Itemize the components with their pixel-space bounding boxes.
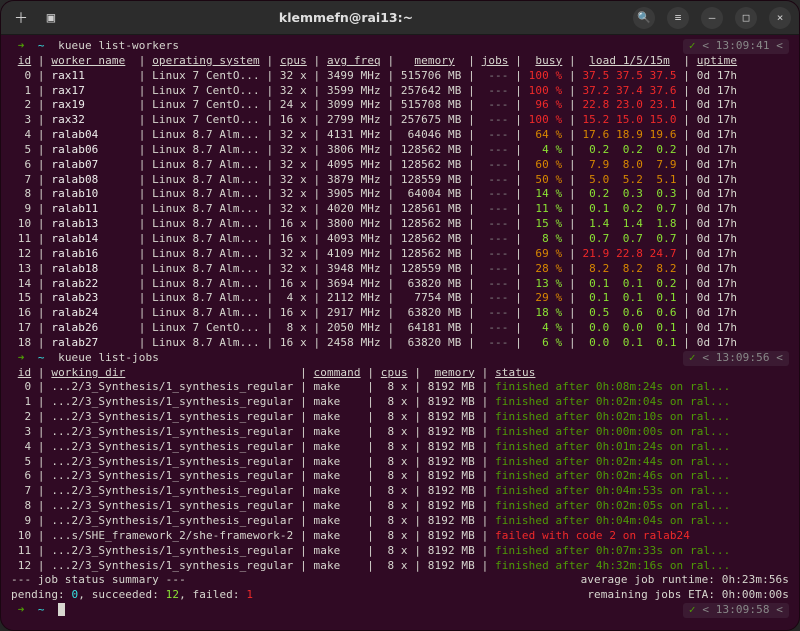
menu-icon[interactable]: ≡ <box>667 7 689 29</box>
worker-row: 6 | ralab07 | Linux 8.7 Alm... | 32 x | … <box>11 158 789 173</box>
job-row: 12 | ...2/3_Synthesis/1_synthesis_regula… <box>11 559 789 574</box>
worker-row: 13 | ralab18 | Linux 8.7 Alm... | 32 x |… <box>11 262 789 277</box>
search-icon[interactable]: 🔍 <box>633 7 655 29</box>
job-row: 11 | ...2/3_Synthesis/1_synthesis_regula… <box>11 544 789 559</box>
job-row: 8 | ...2/3_Synthesis/1_synthesis_regular… <box>11 499 789 514</box>
cursor <box>58 603 65 616</box>
terminal-body[interactable]: ✓ < 13:09:41 < ➜ ~ kueue list-workers id… <box>1 35 799 630</box>
jobs-header: id | working dir | command | cpus | memo… <box>11 366 789 381</box>
job-row: 1 | ...2/3_Synthesis/1_synthesis_regular… <box>11 395 789 410</box>
terminal-icon[interactable]: ▣ <box>43 10 59 26</box>
terminal-window: ＋ ▣ klemmefn@rai13:~ 🔍 ≡ – □ × ✓ < 13:09… <box>0 0 800 631</box>
job-row: 9 | ...2/3_Synthesis/1_synthesis_regular… <box>11 514 789 529</box>
prompt-line: ✓ < 13:09:58 < ➜ ~ <box>11 603 789 618</box>
minimize-icon[interactable]: – <box>701 7 723 29</box>
new-tab-icon[interactable]: ＋ <box>13 10 29 26</box>
worker-row: 10 | ralab13 | Linux 8.7 Alm... | 16 x |… <box>11 217 789 232</box>
worker-row: 7 | ralab08 | Linux 8.7 Alm... | 32 x | … <box>11 173 789 188</box>
worker-row: 18 | ralab27 | Linux 8.7 Alm... | 16 x |… <box>11 336 789 351</box>
worker-row: 3 | rax32 | Linux 7 CentO... | 16 x | 27… <box>11 113 789 128</box>
job-row: 0 | ...2/3_Synthesis/1_synthesis_regular… <box>11 380 789 395</box>
worker-row: 2 | rax19 | Linux 7 CentO... | 24 x | 30… <box>11 98 789 113</box>
summary-title: average job runtime: 0h:23m:56s--- job s… <box>11 573 789 588</box>
worker-row: 0 | rax11 | Linux 7 CentO... | 32 x | 34… <box>11 69 789 84</box>
worker-row: 4 | ralab04 | Linux 8.7 Alm... | 32 x | … <box>11 128 789 143</box>
worker-row: 5 | ralab06 | Linux 8.7 Alm... | 32 x | … <box>11 143 789 158</box>
worker-row: 14 | ralab22 | Linux 8.7 Alm... | 16 x |… <box>11 277 789 292</box>
summary-counts: remaining jobs ETA: 0h:00m:00spending: 0… <box>11 588 789 603</box>
job-row: 7 | ...2/3_Synthesis/1_synthesis_regular… <box>11 484 789 499</box>
prompt-line: ✓ < 13:09:41 < ➜ ~ kueue list-workers <box>11 39 789 54</box>
prompt-line: ✓ < 13:09:56 < ➜ ~ kueue list-jobs <box>11 351 789 366</box>
window-title: klemmefn@rai13:~ <box>59 10 633 25</box>
worker-row: 1 | rax17 | Linux 7 CentO... | 32 x | 35… <box>11 84 789 99</box>
job-row: 6 | ...2/3_Synthesis/1_synthesis_regular… <box>11 469 789 484</box>
close-icon[interactable]: × <box>769 7 791 29</box>
maximize-icon[interactable]: □ <box>735 7 757 29</box>
job-row: 4 | ...2/3_Synthesis/1_synthesis_regular… <box>11 440 789 455</box>
titlebar: ＋ ▣ klemmefn@rai13:~ 🔍 ≡ – □ × <box>1 1 799 35</box>
workers-header: id | worker name | operating system | cp… <box>11 54 789 69</box>
worker-row: 17 | ralab26 | Linux 7 CentO... | 8 x | … <box>11 321 789 336</box>
worker-row: 16 | ralab24 | Linux 8.7 Alm... | 16 x |… <box>11 306 789 321</box>
worker-row: 8 | ralab10 | Linux 8.7 Alm... | 32 x | … <box>11 187 789 202</box>
worker-row: 12 | ralab16 | Linux 8.7 Alm... | 32 x |… <box>11 247 789 262</box>
job-row: 5 | ...2/3_Synthesis/1_synthesis_regular… <box>11 455 789 470</box>
job-row: 3 | ...2/3_Synthesis/1_synthesis_regular… <box>11 425 789 440</box>
worker-row: 15 | ralab23 | Linux 8.7 Alm... | 4 x | … <box>11 291 789 306</box>
job-row: 2 | ...2/3_Synthesis/1_synthesis_regular… <box>11 410 789 425</box>
job-row: 10 | ...s/SHE_framework_2/she-framework-… <box>11 529 789 544</box>
worker-row: 9 | ralab11 | Linux 8.7 Alm... | 32 x | … <box>11 202 789 217</box>
worker-row: 11 | ralab14 | Linux 8.7 Alm... | 16 x |… <box>11 232 789 247</box>
